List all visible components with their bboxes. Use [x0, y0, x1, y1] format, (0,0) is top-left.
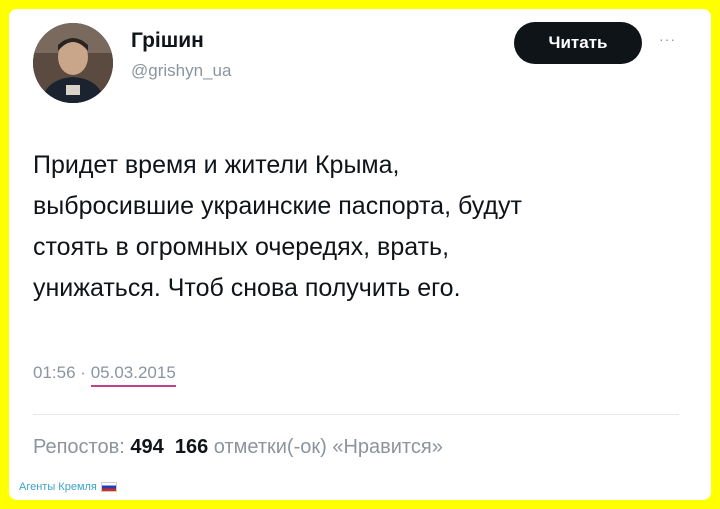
- reposts-label[interactable]: Репостов:: [33, 436, 125, 458]
- meta-separator: ·: [80, 363, 86, 382]
- tweet-text: Придет время и жители Крыма, выбросившие…: [33, 145, 683, 309]
- likes-label[interactable]: отметки(-ок) «Нравится»: [214, 436, 443, 458]
- tweet-timestamp: 01:56 · 05.03.2015: [33, 363, 176, 387]
- reposts-count[interactable]: 494: [130, 436, 163, 458]
- tweet-time: 01:56: [33, 363, 76, 382]
- watermark: Агенты Кремля: [19, 481, 117, 493]
- author-handle[interactable]: @grishyn_ua: [131, 61, 231, 81]
- likes-count[interactable]: 166: [175, 436, 208, 458]
- avatar[interactable]: [33, 23, 113, 103]
- divider: [33, 414, 679, 415]
- tweet-text-line: унижаться. Чтоб снова получить его.: [33, 274, 461, 302]
- author-name[interactable]: Грішин: [131, 29, 204, 53]
- watermark-text: Агенты Кремля: [19, 481, 97, 493]
- russian-flag-icon: [100, 482, 117, 492]
- more-options-icon[interactable]: ···: [659, 31, 676, 47]
- follow-button[interactable]: Читать: [514, 22, 642, 64]
- tweet-text-line: выбросившие украинские паспорта, будут: [33, 192, 522, 220]
- engagement-stats: Репостов: 494 166 отметки(-ок) «Нравится…: [33, 436, 443, 459]
- tweet-card: Грішин @grishyn_ua Читать ··· Придет вре…: [9, 9, 711, 500]
- avatar-photo-icon: [33, 23, 113, 103]
- tweet-date-link[interactable]: 05.03.2015: [90, 363, 176, 387]
- tweet-text-line: стоять в огромных очередях, врать,: [33, 233, 450, 261]
- tweet-text-line: Придет время и жители Крыма,: [33, 151, 400, 179]
